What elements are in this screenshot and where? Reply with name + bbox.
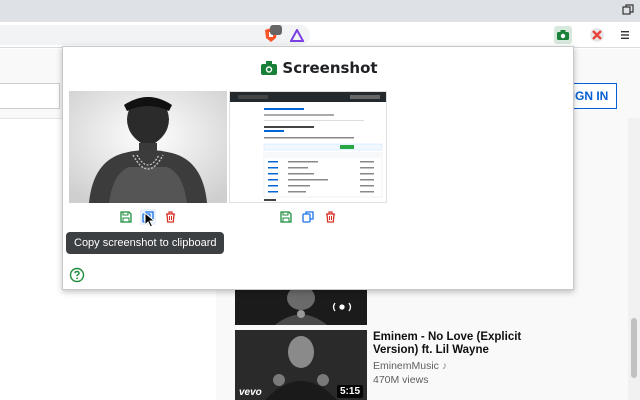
browser-menu-icon[interactable] (616, 26, 634, 44)
screenshot-popup: Screenshot Copy screenshot to clipboard (62, 46, 574, 290)
video-title[interactable]: Eminem - No Love (Explicit Version) ft. … (373, 331, 533, 357)
restore-window-icon[interactable] (622, 4, 634, 16)
video-thumbnail-image (235, 290, 367, 325)
scrollbar-thumb[interactable] (631, 318, 637, 378)
search-input[interactable] (0, 83, 60, 109)
mouse-cursor-icon (144, 212, 156, 228)
delete-icon (165, 211, 175, 223)
screenshot-thumbnail[interactable] (69, 91, 227, 203)
copy-icon (302, 211, 314, 223)
video-duration: 5:15 (336, 385, 363, 398)
copy-screenshot-button[interactable] (300, 209, 316, 225)
popup-title: Screenshot (63, 59, 575, 77)
copy-tooltip: Copy screenshot to clipboard (66, 232, 225, 254)
channel-name[interactable]: EminemMusic (373, 360, 439, 372)
scrollbar[interactable] (628, 118, 640, 400)
video-views: 470M views (373, 374, 429, 386)
screenshot-actions (278, 209, 338, 225)
delete-icon (325, 211, 335, 223)
shield-badge (270, 25, 282, 35)
delete-screenshot-button[interactable] (322, 209, 338, 225)
screenshot-extension-icon[interactable] (554, 26, 572, 44)
browser-toolbar (0, 22, 640, 48)
delete-screenshot-button[interactable] (162, 209, 178, 225)
save-icon (120, 211, 132, 223)
screenshot-image (69, 91, 227, 203)
video-channel[interactable]: EminemMusic ♪ (373, 360, 447, 372)
screenshot-thumbnail[interactable] (229, 91, 387, 203)
other-extension-icon[interactable] (588, 26, 606, 44)
help-icon[interactable] (69, 267, 85, 283)
vevo-badge: vevo (239, 387, 262, 398)
screenshot-image (230, 92, 386, 202)
camera-icon (261, 61, 278, 75)
video-thumbnail[interactable] (235, 290, 367, 325)
save-screenshot-button[interactable] (278, 209, 294, 225)
video-thumbnail[interactable]: vevo 5:15 (235, 330, 367, 400)
save-screenshot-button[interactable] (118, 209, 134, 225)
save-icon (280, 211, 292, 223)
popup-title-text: Screenshot (282, 59, 378, 77)
music-note-icon: ♪ (441, 360, 448, 372)
brave-rewards-icon[interactable] (288, 26, 306, 44)
browser-tab-strip (0, 0, 640, 22)
